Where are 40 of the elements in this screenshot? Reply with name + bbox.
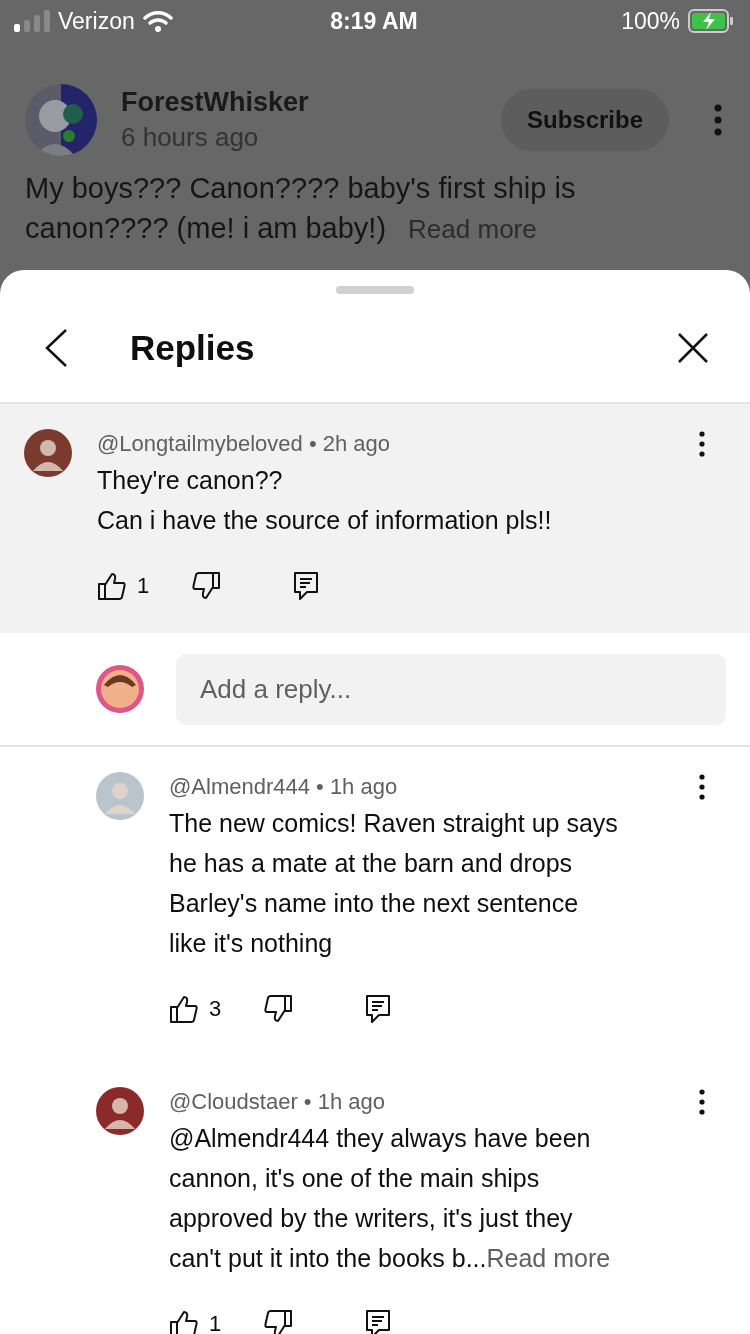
- reply-icon[interactable]: [365, 994, 391, 1024]
- reply-field[interactable]: Add a reply...: [176, 653, 726, 725]
- battery-icon: [688, 9, 734, 33]
- dislike-icon[interactable]: [191, 571, 221, 601]
- read-more-link[interactable]: Read more: [486, 1244, 611, 1272]
- more-icon[interactable]: [699, 1089, 705, 1115]
- comment-text: They're canon?? Can i have the source of information pls!!: [97, 465, 553, 536]
- avatar: [96, 665, 144, 713]
- dislike-icon[interactable]: [263, 994, 293, 1024]
- like-icon[interactable]: [97, 571, 127, 601]
- comment-text: My boys??? Canon???? baby's first ship is canon???? (me! i am baby!) Read more: [25, 171, 577, 246]
- like-count: 1: [209, 1311, 223, 1334]
- comment-meta: @Almendr444 • 1h ago: [169, 774, 398, 800]
- comment-meta: @Cloudstaer • 1h ago: [169, 1089, 385, 1115]
- avatar[interactable]: [96, 1087, 144, 1135]
- sheet-title: Replies: [130, 328, 256, 368]
- avatar[interactable]: [24, 429, 72, 477]
- clock-time: 8:19 AM: [330, 7, 418, 35]
- like-icon[interactable]: [169, 1309, 199, 1334]
- drag-handle[interactable]: [336, 286, 414, 294]
- like-count: 3: [209, 996, 223, 1022]
- more-icon[interactable]: [699, 774, 705, 800]
- like-icon[interactable]: [169, 994, 199, 1024]
- more-icon[interactable]: [699, 431, 705, 457]
- author-name[interactable]: ForestWhisker: [121, 87, 501, 118]
- back-icon[interactable]: [44, 328, 68, 368]
- like-count: 1: [137, 573, 151, 599]
- carrier-name: Verizon: [58, 7, 135, 35]
- wifi-icon: [142, 10, 173, 32]
- dislike-icon[interactable]: [263, 1309, 293, 1334]
- close-icon[interactable]: [678, 333, 708, 363]
- subscribe-button[interactable]: Subscribe: [501, 89, 669, 151]
- comment-text: @Almendr444 they always have been cannon, it's one of the main ships approved by the writers, it's just they can't put it into the books b...Read more: [169, 1123, 612, 1274]
- signal-icon: [14, 10, 50, 32]
- battery-percent: 100%: [621, 7, 680, 35]
- reply-icon[interactable]: [293, 571, 319, 601]
- read-more-link[interactable]: Read more: [408, 214, 537, 244]
- comment-meta: @Longtailmybeloved • 2h ago: [97, 431, 390, 457]
- comment-text: The new comics! Raven straight up says he has a mate at the barn and drops Barley's name into the next sentence like it's nothing: [169, 808, 619, 959]
- reply-icon[interactable]: [365, 1309, 391, 1334]
